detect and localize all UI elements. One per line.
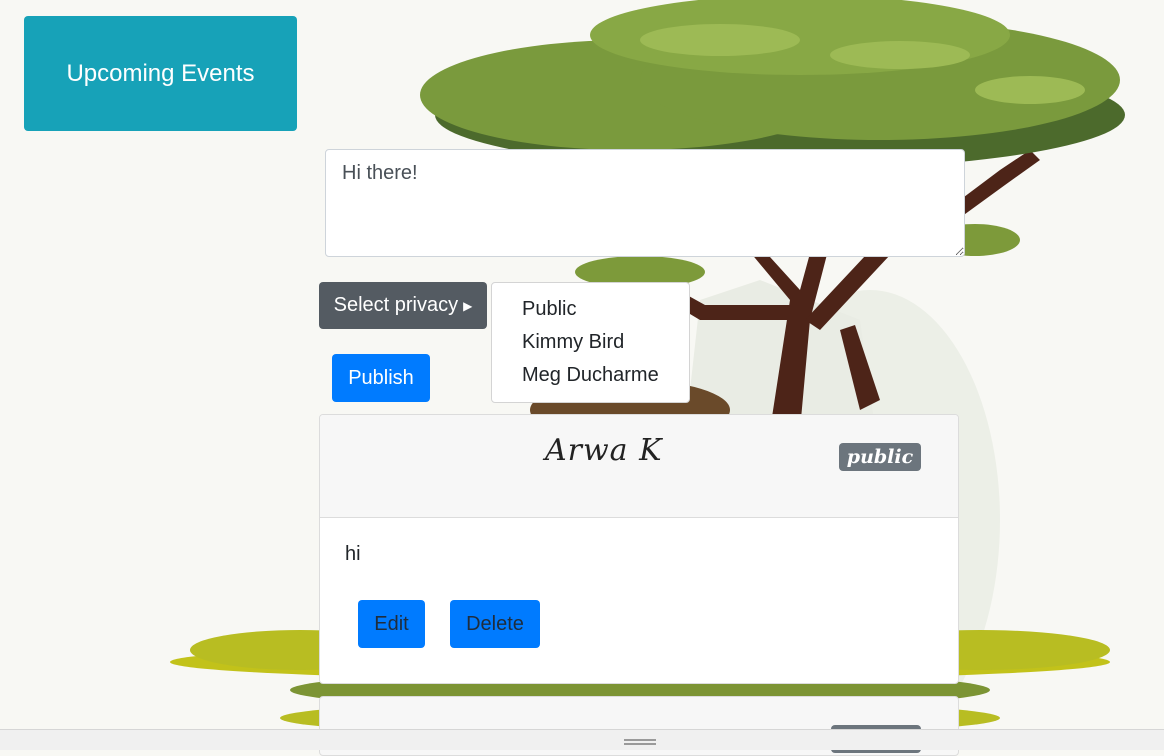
edit-post-button[interactable]: Edit [358, 600, 425, 648]
post-card: Arwa K public hi Edit Delete [319, 414, 959, 684]
delete-post-button[interactable]: Delete [450, 600, 540, 648]
select-privacy-label: Select privacy [333, 294, 459, 316]
post-text: hi [345, 543, 361, 565]
post-text-input[interactable]: Hi there! [325, 149, 965, 257]
upcoming-events-button[interactable]: Upcoming Events [24, 16, 297, 131]
drag-handle-icon[interactable] [624, 739, 656, 745]
post-author: Arwa K [545, 433, 663, 468]
post-card-header: Arwa K public [320, 415, 958, 518]
publish-button[interactable]: Publish [332, 354, 430, 402]
select-privacy-button[interactable]: Select privacy ▶ [319, 282, 487, 329]
bottom-resize-bar [0, 729, 1164, 750]
privacy-badge: public [839, 443, 921, 471]
privacy-dropdown-menu: Public Kimmy Bird Meg Ducharme [491, 282, 690, 403]
post-card-body: hi Edit Delete [320, 518, 958, 683]
privacy-option-kimmy-bird[interactable]: Kimmy Bird [492, 326, 689, 359]
caret-right-icon: ▶ [463, 298, 473, 313]
privacy-option-meg-ducharme[interactable]: Meg Ducharme [492, 359, 689, 392]
privacy-option-public[interactable]: Public [492, 293, 689, 326]
